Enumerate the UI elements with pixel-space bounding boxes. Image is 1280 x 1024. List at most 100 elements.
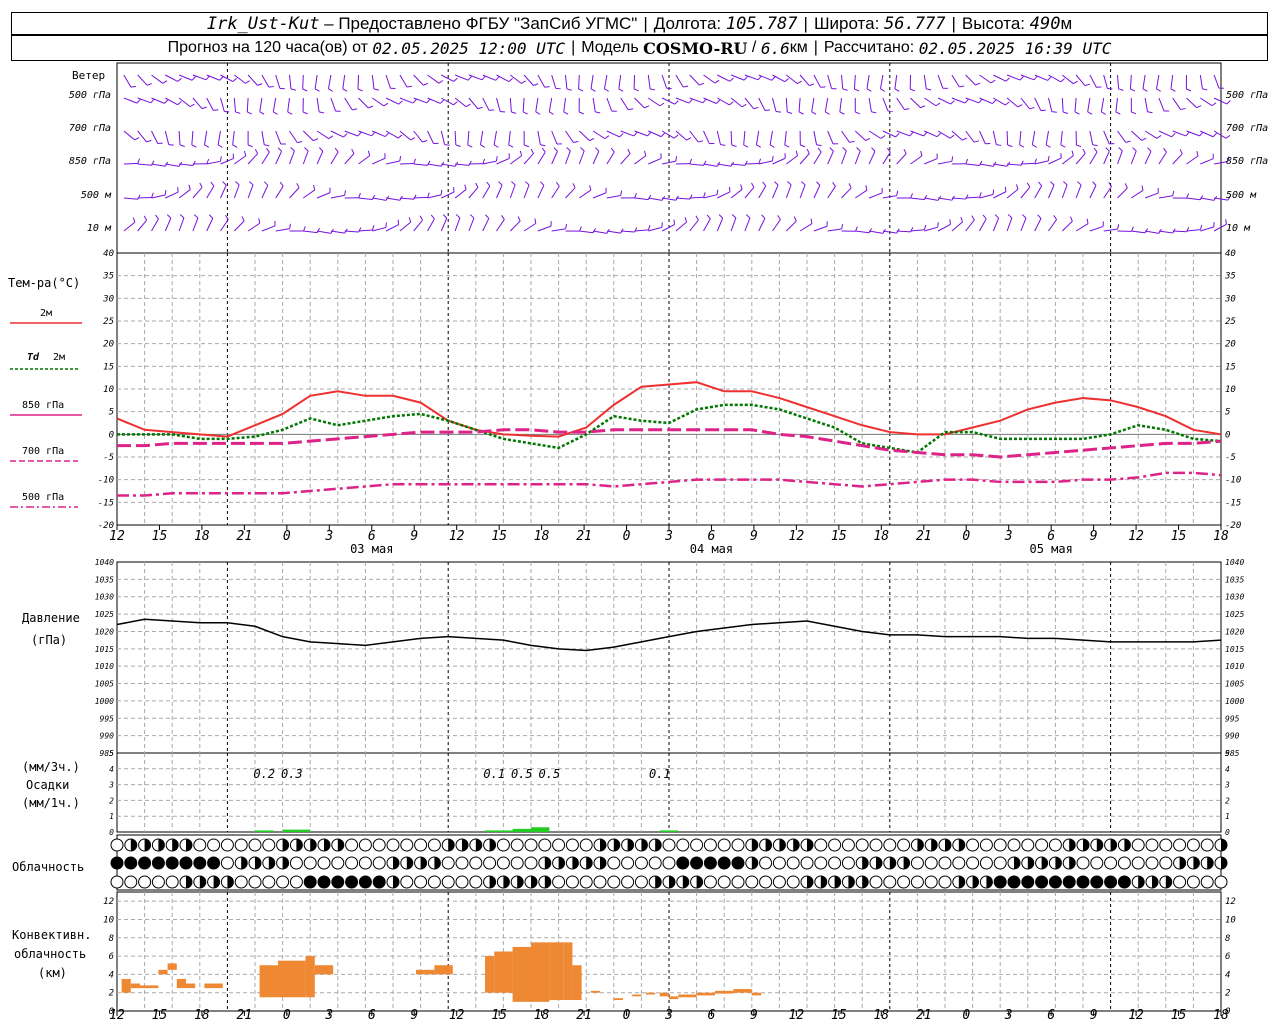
wind-barb xyxy=(648,226,662,232)
conv-cloud-bar xyxy=(278,960,306,998)
wind-barb xyxy=(165,163,180,167)
wind-barb xyxy=(979,194,994,199)
wind-barb-feather xyxy=(589,185,592,191)
temp-x-tick: 3 xyxy=(324,529,333,544)
wind-barb-feather xyxy=(832,181,836,187)
wind-barb xyxy=(468,97,479,110)
cloud-cover-half xyxy=(917,839,924,851)
wind-barb xyxy=(854,150,861,165)
cloud-cover-symbol xyxy=(759,856,773,870)
wind-barb-feather xyxy=(500,111,506,113)
wind-barb xyxy=(247,74,258,86)
wind-barb-feather xyxy=(1005,101,1010,106)
temp-tick-right: 10 xyxy=(1225,385,1236,395)
cloud-cover-symbol xyxy=(124,856,138,870)
wind-barb-feather xyxy=(1186,193,1190,199)
wind-barb-feather xyxy=(1034,158,1037,164)
wind-barb xyxy=(551,151,558,165)
wind-barb xyxy=(717,163,732,167)
cloud-cover-symbol xyxy=(621,875,635,889)
wind-barb xyxy=(178,130,181,146)
wind-level-right: 850 гПа xyxy=(1226,156,1268,167)
wind-barb xyxy=(799,223,813,232)
cloud-cover-symbol xyxy=(1186,875,1200,889)
precip-amount-label: 0.5 xyxy=(539,767,561,781)
wind-barb xyxy=(316,192,331,199)
wind-barb-feather xyxy=(1130,88,1136,92)
conv-x-tick: 9 xyxy=(410,1008,418,1023)
wind-barb xyxy=(1075,74,1086,87)
wind-barb xyxy=(385,74,391,89)
wind-barb xyxy=(1045,130,1049,145)
wind-barb-feather xyxy=(508,77,513,82)
convective-tick-right: 6 xyxy=(1225,952,1230,962)
wind-barb-feather xyxy=(842,88,848,91)
wind-barb xyxy=(1034,218,1042,232)
wind-barb-feather xyxy=(248,181,254,186)
conv-cloud-bar xyxy=(416,969,435,975)
wind-barb-feather xyxy=(620,190,623,196)
temp-x-tick: 9 xyxy=(410,529,418,544)
cloud-cover-half xyxy=(600,857,606,869)
wind-barb xyxy=(1144,151,1152,165)
wind-barb-feather xyxy=(493,144,499,148)
wind-barb-feather xyxy=(1051,111,1057,113)
conv-cloud-bar xyxy=(563,942,573,1001)
cloud-cover-symbol xyxy=(138,856,152,870)
wind-barb xyxy=(259,97,263,112)
wind-barb xyxy=(578,74,580,90)
wind-barb xyxy=(1158,230,1173,234)
wind-barb xyxy=(454,189,467,199)
cloud-cover-half xyxy=(655,876,662,888)
cloud-cover-symbol xyxy=(345,856,359,870)
wind-barb-feather xyxy=(150,98,155,104)
wind-barb xyxy=(827,228,842,232)
wind-barb-feather xyxy=(279,181,284,187)
wind-barb-feather xyxy=(357,88,363,92)
cloud-cover-half xyxy=(889,857,896,869)
wind-barb xyxy=(440,217,448,232)
convective-tick-left: 8 xyxy=(109,934,114,944)
cloud-cover-symbol xyxy=(703,856,717,870)
wind-barb xyxy=(799,74,810,86)
cloud-cover-symbol xyxy=(469,856,483,870)
pressure-tick-right: 1030 xyxy=(1225,593,1244,602)
wind-barb-feather xyxy=(979,192,982,198)
wind-barb xyxy=(192,187,203,199)
wind-barb xyxy=(1117,150,1123,165)
convective-tick-left: 2 xyxy=(109,989,114,999)
temp-x-tick: 18 xyxy=(534,529,550,544)
wind-barb xyxy=(123,197,138,200)
wind-barb-feather xyxy=(699,82,705,86)
wind-barb-feather xyxy=(265,147,270,153)
wind-barb xyxy=(246,97,249,113)
wind-barb-feather xyxy=(296,183,300,188)
wind-barb xyxy=(606,97,613,112)
cloud-cover-symbol xyxy=(828,856,842,870)
wind-barb xyxy=(1117,187,1128,199)
wind-barb xyxy=(1155,74,1160,89)
temp-x-tick: 0 xyxy=(962,529,970,544)
temp-tick-right: 40 xyxy=(1225,249,1236,259)
conv-x-tick: 18 xyxy=(194,1008,210,1023)
cloud-cover-symbol xyxy=(1214,875,1228,889)
cloud-cover-symbol xyxy=(1062,875,1076,889)
wind-barb xyxy=(993,163,1008,167)
legend-850: 850 гПа xyxy=(22,400,64,411)
wind-barb xyxy=(206,74,220,81)
wind-barb-feather xyxy=(647,194,652,200)
wind-barb-feather xyxy=(319,111,325,114)
wind-barb-feather xyxy=(258,218,261,224)
conv-x-tick: 9 xyxy=(1090,1008,1098,1023)
cloud-cover-half xyxy=(393,857,399,869)
wind-barb xyxy=(510,155,522,165)
wind-barb xyxy=(855,230,870,234)
wind-barb xyxy=(441,191,455,199)
wind-barb xyxy=(192,97,203,109)
conv-cloud-bar xyxy=(494,951,513,993)
pressure-tick-left: 1025 xyxy=(95,610,114,619)
convective-tick-left: 4 xyxy=(109,970,114,980)
wind-barb xyxy=(606,195,621,199)
wind-barb xyxy=(509,220,521,232)
cloud-cover-symbol xyxy=(510,838,524,852)
